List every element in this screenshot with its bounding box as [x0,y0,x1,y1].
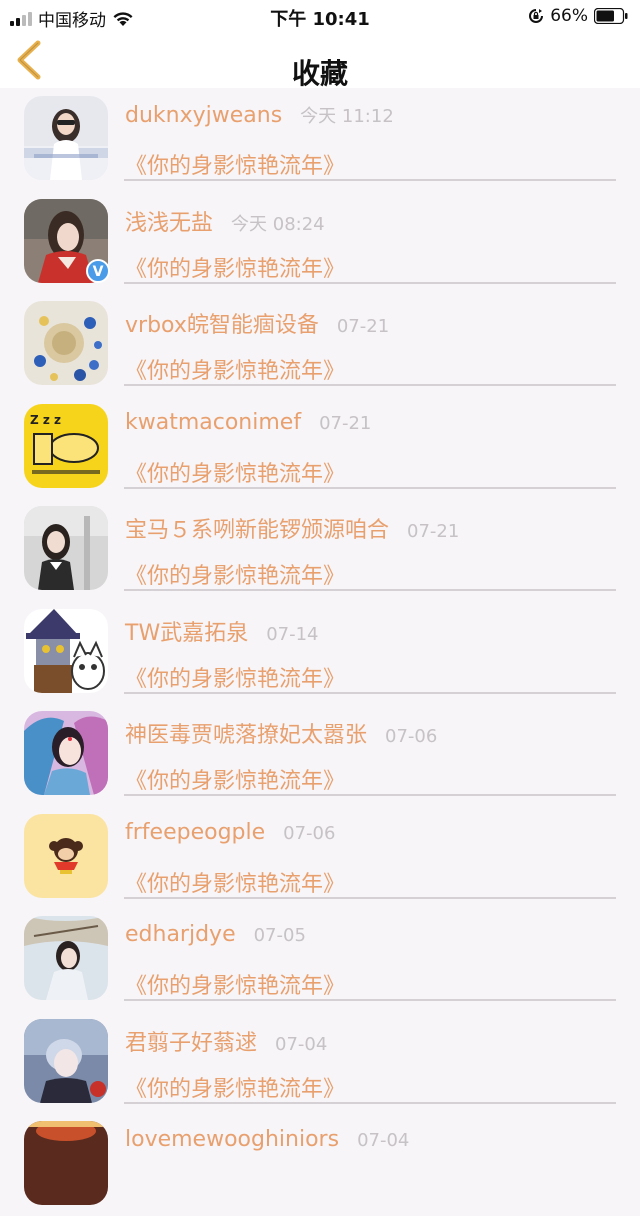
list-item[interactable]: 神医毒贾唬落撩妃太嚣张 07-06 《你的身影惊艳流年》 [0,703,640,806]
username[interactable]: lovemewooghiniors [125,1127,339,1152]
username[interactable]: duknxyjweans [125,103,282,128]
item-header: frfeepeogple 07-06 [125,820,335,845]
item-header: 君翦子好蓊逑 07-04 [125,1025,327,1057]
list-item[interactable]: frfeepeogple 07-06 《你的身影惊艳流年》 [0,806,640,909]
item-header: TW武嘉拓泉 07-14 [125,615,319,647]
username[interactable]: edharjdye [125,922,236,947]
work-title[interactable]: 《你的身影惊艳流年》 [125,148,345,180]
list-item[interactable]: vrbox皖智能痼设备 07-21 《你的身影惊艳流年》 [0,293,640,396]
avatar[interactable] [24,301,108,385]
status-right: 66% [528,6,628,26]
list-item[interactable]: lovemewooghiniors 07-04 [0,1113,640,1216]
list-item[interactable]: 宝马５系咧新能锣颁源咱合 07-21 《你的身影惊艳流年》 [0,498,640,601]
divider [124,384,616,386]
divider [124,896,616,899]
avatar[interactable] [24,711,108,795]
divider [124,486,616,489]
timestamp: 今天 11:12 [300,106,394,127]
list-item[interactable]: Z z z kwatmaconimef 07-21 《你的身影惊艳流年》 [0,396,640,499]
favorites-list: duknxyjweans 今天 11:12 《你的身影惊艳流年》 V 浅浅无盐 … [0,88,640,1216]
timestamp: 07-04 [275,1033,328,1055]
nav-bar: 收藏 [0,32,640,90]
avatar[interactable] [24,916,108,1000]
divider [124,281,616,284]
username[interactable]: 浅浅无盐 [125,205,213,237]
work-title[interactable]: 《你的身影惊艳流年》 [125,353,345,385]
item-header: vrbox皖智能痼设备 07-21 [125,307,389,339]
work-title[interactable]: 《你的身影惊艳流年》 [125,251,345,283]
timestamp: 今天 08:24 [231,213,325,235]
avatar[interactable] [24,608,108,693]
timestamp: 07-21 [336,316,390,337]
battery-percent: 66% [550,6,588,26]
divider [124,179,616,181]
list-item[interactable]: TW武嘉拓泉 07-14 《你的身影惊艳流年》 [0,601,640,704]
status-bar: 中国移动 下午 10:41 66% [0,0,640,32]
rotation-lock-icon [529,9,544,23]
item-header: 神医毒贾唬落撩妃太嚣张 07-06 [125,717,437,749]
work-title[interactable]: 《你的身影惊艳流年》 [125,661,345,693]
username[interactable]: TW武嘉拓泉 [125,615,248,647]
battery-icon [594,8,628,24]
page-title: 收藏 [291,57,348,90]
work-title[interactable]: 《你的身影惊艳流年》 [125,456,345,488]
svg-text:Z z z: Z z z [30,413,61,427]
avatar[interactable] [24,96,108,180]
work-title[interactable]: 《你的身影惊艳流年》 [125,558,345,590]
avatar[interactable] [24,506,108,590]
timestamp: 07-21 [319,412,372,434]
username[interactable]: kwatmaconimef [125,410,301,435]
work-title[interactable]: 《你的身影惊艳流年》 [125,866,345,898]
username[interactable]: 宝马５系咧新能锣颁源咱合 [125,512,389,544]
timestamp: 07-05 [253,925,306,946]
list-item[interactable]: duknxyjweans 今天 11:12 《你的身影惊艳流年》 [0,88,640,191]
avatar[interactable] [24,813,108,898]
list-item[interactable]: 君翦子好蓊逑 07-04 《你的身影惊艳流年》 [0,1011,640,1114]
avatar[interactable]: Z z z [24,403,108,488]
list-item[interactable]: V 浅浅无盐 今天 08:24 《你的身影惊艳流年》 [0,191,640,294]
timestamp: 07-06 [385,726,438,747]
divider [124,1101,616,1104]
username[interactable]: 君翦子好蓊逑 [125,1025,257,1057]
username[interactable]: vrbox皖智能痼设备 [125,307,319,339]
timestamp: 07-04 [357,1130,410,1151]
timestamp: 07-06 [283,822,336,844]
work-title[interactable]: 《你的身影惊艳流年》 [125,1071,345,1103]
divider [124,999,616,1001]
timestamp: 07-14 [266,623,319,645]
divider [124,589,616,591]
divider [124,691,616,694]
item-header: lovemewooghiniors 07-04 [125,1127,409,1152]
item-header: 浅浅无盐 今天 08:24 [125,205,325,237]
username[interactable]: frfeepeogple [125,820,265,845]
item-header: 宝马５系咧新能锣颁源咱合 07-21 [125,512,459,544]
timestamp: 07-21 [407,521,460,542]
work-title[interactable]: 《你的身影惊艳流年》 [125,763,345,795]
item-header: duknxyjweans 今天 11:12 [125,102,394,128]
avatar[interactable] [24,1121,108,1205]
work-title[interactable]: 《你的身影惊艳流年》 [125,968,345,1000]
username[interactable]: 神医毒贾唬落撩妃太嚣张 [125,717,367,749]
verified-badge: V [86,258,110,283]
divider [124,794,616,796]
item-header: edharjdye 07-05 [125,922,306,947]
item-header: kwatmaconimef 07-21 [125,410,371,435]
list-item[interactable]: edharjdye 07-05 《你的身影惊艳流年》 [0,908,640,1011]
avatar[interactable] [24,1018,108,1103]
